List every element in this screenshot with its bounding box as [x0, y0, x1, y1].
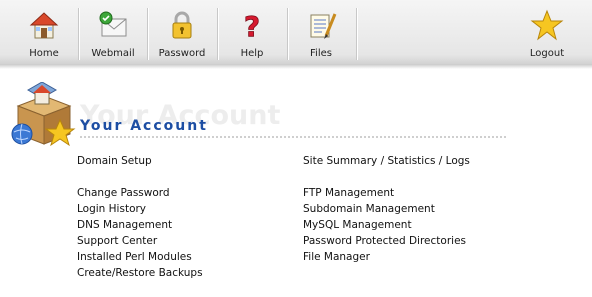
toolbar: Home Webmail Password ? Help Files Logou…: [0, 0, 592, 65]
toolbar-shadow: [0, 64, 592, 69]
toolbar-divider: [217, 8, 219, 60]
create-restore-backups-link[interactable]: Create/Restore Backups: [77, 267, 203, 279]
star-icon: [530, 9, 564, 41]
page-title: Your Account: [80, 118, 208, 134]
site-summary-link[interactable]: Site Summary / Statistics / Logs: [303, 155, 470, 167]
domain-setup-link[interactable]: Domain Setup: [77, 155, 152, 167]
password-button[interactable]: Password: [153, 0, 211, 64]
support-center-link[interactable]: Support Center: [77, 235, 157, 247]
login-history-link[interactable]: Login History: [77, 203, 146, 215]
toolbar-divider: [356, 8, 358, 60]
webmail-button[interactable]: Webmail: [84, 0, 142, 64]
password-label: Password: [158, 48, 206, 59]
ftp-management-link[interactable]: FTP Management: [303, 187, 394, 199]
subdomain-management-link[interactable]: Subdomain Management: [303, 203, 435, 215]
home-label: Home: [29, 48, 59, 59]
home-button[interactable]: Home: [15, 0, 73, 64]
toolbar-divider: [287, 8, 289, 60]
logout-button[interactable]: Logout: [518, 0, 576, 64]
webmail-label: Webmail: [91, 48, 135, 59]
files-icon: [310, 13, 337, 39]
password-protected-directories-link[interactable]: Password Protected Directories: [303, 235, 466, 247]
title-divider: [80, 136, 506, 138]
account-box-icon: [11, 82, 76, 147]
change-password-link[interactable]: Change Password: [77, 187, 170, 199]
help-button[interactable]: ? Help: [223, 0, 281, 64]
files-label: Files: [310, 48, 332, 59]
lock-icon: [172, 11, 192, 39]
files-button[interactable]: Files: [292, 0, 350, 64]
webmail-icon: [99, 11, 127, 37]
toolbar-divider: [78, 8, 80, 60]
toolbar-divider: [147, 8, 149, 60]
question-mark-icon: ?: [243, 10, 260, 42]
logout-label: Logout: [529, 48, 565, 59]
dns-management-link[interactable]: DNS Management: [77, 219, 172, 231]
file-manager-link[interactable]: File Manager: [303, 251, 370, 263]
svg-text:?: ?: [244, 10, 260, 42]
home-icon: [29, 12, 59, 39]
help-label: Help: [240, 48, 264, 59]
mysql-management-link[interactable]: MySQL Management: [303, 219, 412, 231]
installed-perl-modules-link[interactable]: Installed Perl Modules: [77, 251, 192, 263]
